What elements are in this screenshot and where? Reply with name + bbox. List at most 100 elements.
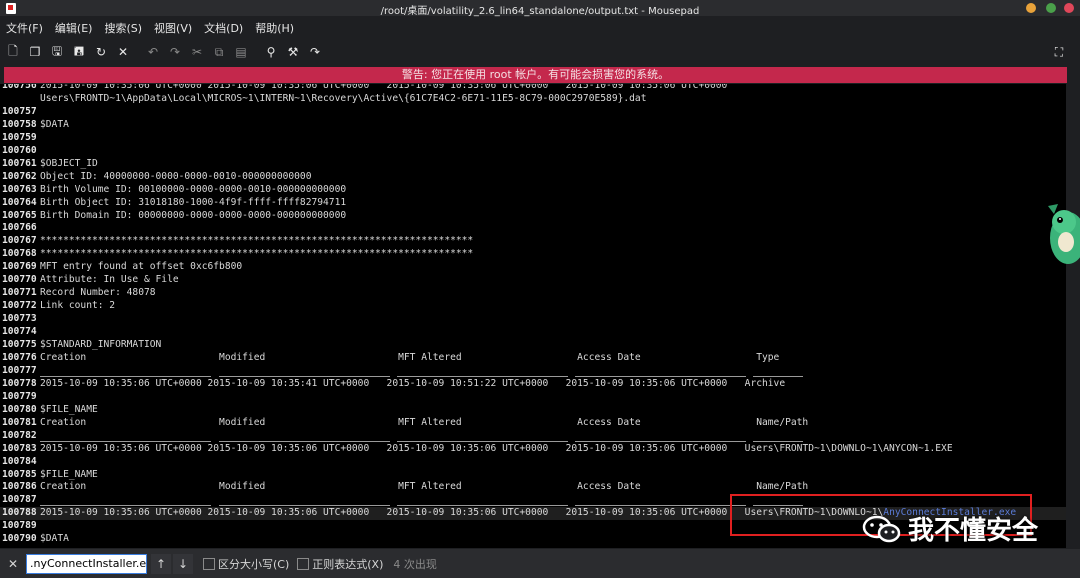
redo-icon[interactable]: ↷ [164, 42, 186, 62]
editor-line[interactable]: 100779 [0, 391, 1066, 404]
line-text: ****************************************… [40, 248, 473, 261]
menu-file[interactable]: 文件(F) [0, 20, 49, 36]
editor-line[interactable]: 100758 $DATA [0, 119, 1066, 132]
goto-icon[interactable]: ↷ [304, 42, 326, 62]
menu-edit[interactable]: 编辑(E) [49, 20, 99, 36]
line-number: 100759 [2, 131, 37, 143]
editor-line[interactable]: 100769 MFT entry found at offset 0xc6fb80… [0, 261, 1066, 274]
line-number: 100785 [2, 468, 37, 480]
column-underline [40, 375, 211, 377]
editor-line[interactable]: 100767 **********************************… [0, 235, 1066, 248]
line-text: Link count: 2 [40, 300, 115, 313]
editor-line[interactable]: 100778 2015-10-09 10:35:06 UTC+0000 2015-… [0, 378, 1066, 391]
search-input[interactable]: .nyConnectInstaller.exe [26, 553, 147, 574]
find-next-button[interactable]: ↓ [173, 553, 193, 574]
fullscreen-icon[interactable]: ⛶ [1048, 42, 1070, 62]
undo-icon[interactable]: ↶ [142, 42, 164, 62]
save-icon[interactable]: 🖫 [46, 42, 68, 62]
editor-line[interactable]: 100764 Birth Object ID: 31018180-1000-4f9… [0, 197, 1066, 210]
line-number: 100768 [2, 248, 37, 260]
column-underline [575, 440, 746, 442]
find-replace-icon[interactable]: ⚒ [282, 42, 304, 62]
minimize-button[interactable] [1026, 3, 1036, 13]
line-content: MFT entry found at offset 0xc6fb800 [40, 261, 243, 273]
menu-view[interactable]: 视图(V) [148, 20, 198, 36]
match-case-checkbox[interactable] [203, 557, 215, 570]
copy-icon[interactable]: ⧉ [208, 42, 230, 62]
scrollbar[interactable] [1066, 84, 1080, 548]
find-bar: ✕ .nyConnectInstaller.exe ↑ ↓ 区分大小写(C) 正… [0, 549, 1080, 578]
match-case-label[interactable]: 区分大小写(C) [218, 556, 289, 572]
line-content: $OBJECT_ID [40, 157, 98, 169]
cut-icon[interactable]: ✂ [186, 42, 208, 62]
line-content: $STANDARD_INFORMATION [40, 339, 162, 350]
editor-line[interactable]: 100780 $FILE_NAME [0, 404, 1066, 417]
editor-line[interactable]: 100786 Creation Modified MFT Altered Acce… [0, 481, 1066, 494]
editor-line[interactable]: 100756 2015-10-09 10:35:06 UTC+0000 2015-… [0, 84, 1066, 93]
line-number: 100781 [2, 416, 37, 428]
text-editor[interactable]: 100756 2015-10-09 10:35:06 UTC+0000 2015-… [0, 84, 1066, 548]
root-warning-banner: 警告: 您正在使用 root 帐户。有可能会损害您的系统。 [4, 67, 1067, 83]
regex-checkbox[interactable] [297, 557, 310, 570]
editor-line[interactable]: 100772 Link count: 2 [0, 300, 1066, 313]
line-number: 100762 [2, 170, 37, 182]
line-text: $FILE_NAME [40, 404, 98, 417]
line-text: 2015-10-09 10:35:06 UTC+0000 2015-10-09 … [40, 84, 727, 93]
editor-line[interactable]: 100768 **********************************… [0, 248, 1066, 261]
line-number: 100766 [2, 222, 37, 234]
line-content: $FILE_NAME [40, 468, 98, 480]
editor-line[interactable]: 100760 [0, 145, 1066, 158]
editor-line[interactable]: 100781 Creation Modified MFT Altered Acce… [0, 417, 1066, 430]
paste-icon[interactable]: ▤ [230, 42, 252, 62]
line-number: 100765 [2, 209, 37, 221]
editor-line[interactable]: 100762 Object ID: 40000000-0000-0000-0010… [0, 171, 1066, 184]
column-underline [575, 505, 746, 507]
editor-line[interactable]: 100770 Attribute: In Use & File [0, 274, 1066, 287]
editor-line[interactable]: 100765 Birth Domain ID: 00000000-0000-000… [0, 210, 1066, 223]
editor-line[interactable]: 100759 [0, 132, 1066, 145]
line-number: 100767 [2, 235, 37, 247]
menu-document[interactable]: 文档(D) [198, 20, 249, 36]
reload-icon[interactable]: ↻ [90, 42, 112, 62]
editor-line[interactable]: 100771 Record Number: 48078 [0, 287, 1066, 300]
line-text: $DATA [40, 533, 69, 546]
editor-line[interactable]: 100757 [0, 106, 1066, 119]
editor-line[interactable]: 100773 [0, 313, 1066, 326]
new-document-icon[interactable]: 🗋 [2, 42, 24, 62]
line-text: Birth Object ID: 31018180-1000-4f9f-ffff… [40, 197, 346, 210]
editor-line[interactable]: 100761 $OBJECT_ID [0, 158, 1066, 171]
maximize-button[interactable] [1046, 3, 1056, 13]
editor-line[interactable]: 100766 [0, 222, 1066, 235]
editor-line[interactable]: 100784 [0, 456, 1066, 469]
line-number: 100757 [2, 105, 37, 117]
close-window-button[interactable] [1064, 3, 1074, 13]
editor-line[interactable]: 100776 Creation Modified MFT Altered Acce… [0, 352, 1066, 365]
line-content: ****************************************… [40, 248, 474, 260]
editor-line[interactable]: 100774 [0, 326, 1066, 339]
save-as-icon[interactable]: 🖪 [68, 42, 90, 62]
line-number: 100771 [2, 287, 37, 299]
line-text: Birth Volume ID: 00100000-0000-0000-0010… [40, 184, 346, 197]
regex-label[interactable]: 正则表达式(X) [312, 556, 383, 572]
line-number: 100777 [2, 364, 37, 376]
editor-line[interactable]: 100785 $FILE_NAME [0, 469, 1066, 482]
editor-line[interactable]: 100763 Birth Volume ID: 00100000-0000-000… [0, 184, 1066, 197]
line-text: Record Number: 48078 [40, 287, 156, 300]
menu-search[interactable]: 搜索(S) [98, 20, 148, 36]
editor-line[interactable]: Users\FRONTD~1\AppData\Local\MICROS~1\IN… [0, 93, 1066, 106]
line-text: $DATA [40, 119, 69, 132]
line-number: 100776 [2, 351, 37, 363]
line-text: 2015-10-09 10:35:06 UTC+0000 2015-10-09 … [40, 443, 953, 456]
find-icon[interactable]: ⚲ [260, 42, 282, 62]
window-title: /root/桌面/volatility_2.6_lin64_standalone… [380, 6, 700, 17]
menu-help[interactable]: 帮助(H) [249, 20, 300, 36]
line-number: 100774 [2, 326, 37, 338]
new-window-icon[interactable]: ❐ [24, 42, 46, 62]
mascot-dinosaur-icon [1048, 204, 1080, 264]
editor-line[interactable]: 100783 2015-10-09 10:35:06 UTC+0000 2015-… [0, 443, 1066, 456]
close-icon[interactable]: ✕ [112, 42, 134, 62]
find-previous-button[interactable]: ↑ [151, 553, 171, 574]
editor-line[interactable]: 100775 $STANDARD_INFORMATION [0, 339, 1066, 352]
line-content: Attribute: In Use & File [40, 274, 179, 286]
find-close-icon[interactable]: ✕ [0, 557, 26, 571]
